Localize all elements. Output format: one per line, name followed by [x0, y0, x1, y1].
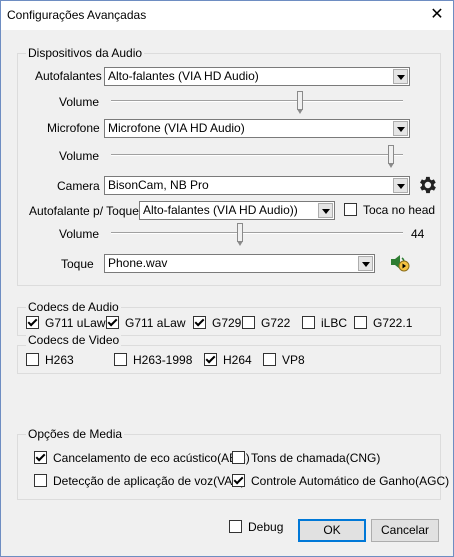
chevron-down-icon[interactable] — [393, 69, 408, 84]
window-title: Configurações Avançadas — [7, 8, 147, 22]
vad-label: Detecção de aplicação de voz(VAD) — [53, 474, 245, 488]
codec-h264-label: H264 — [223, 353, 252, 367]
chevron-down-icon[interactable] — [358, 256, 373, 271]
microphone-volume-slider[interactable] — [388, 145, 395, 168]
speakers-value: Alto-falantes (VIA HD Audio) — [108, 69, 259, 83]
audio-devices-group — [17, 53, 441, 286]
agc-checkbox[interactable] — [232, 474, 245, 487]
codec-h263-label: H263 — [45, 353, 74, 367]
gear-icon[interactable] — [416, 174, 438, 196]
microphone-select[interactable]: Microfone (VIA HD Audio) — [104, 119, 410, 138]
codec-g7221-label: G722.1 — [373, 316, 413, 330]
video-codecs-legend: Codecs de Video — [26, 333, 122, 347]
codec-ilbc-label: iLBC — [321, 316, 348, 330]
codec-h2631998-checkbox[interactable] — [114, 353, 127, 366]
audio-codecs-legend: Codecs de Audio — [26, 300, 121, 314]
codec-g7221-checkbox[interactable] — [354, 316, 367, 329]
cng-label: Tons de chamada(CNG) — [251, 451, 381, 465]
ring-volume-label: Volume — [59, 227, 100, 241]
camera-value: BisonCam, NB Pro — [108, 178, 209, 192]
aec-label: Cancelamento de eco acústico(AEC) — [53, 451, 250, 465]
microphone-label: Microfone — [47, 121, 100, 135]
close-icon[interactable]: ✕ — [421, 1, 453, 30]
title-bar: Configurações Avançadas ✕ — [1, 1, 453, 30]
codec-h263-checkbox[interactable] — [26, 353, 39, 366]
ringtone-value: Phone.wav — [108, 256, 168, 270]
speakers-volume-label: Volume — [59, 95, 100, 109]
ok-button[interactable]: OK — [298, 519, 366, 542]
speaker-play-icon[interactable] — [389, 251, 411, 273]
speakers-volume-slider[interactable] — [296, 91, 303, 114]
codec-g722-checkbox[interactable] — [242, 316, 255, 329]
ring-volume-value: 44 — [411, 227, 425, 241]
agc-label: Controle Automático de Ganho(AGC) — [251, 474, 450, 488]
codec-ilbc-checkbox[interactable] — [302, 316, 315, 329]
ring-speaker-value: Alto-falantes (VIA HD Audio)) — [143, 203, 298, 217]
microphone-value: Microfone (VIA HD Audio) — [108, 121, 245, 135]
aec-checkbox[interactable] — [34, 451, 47, 464]
media-options-legend: Opções de Media — [26, 427, 125, 441]
codec-vp8-checkbox[interactable] — [263, 353, 276, 366]
codec-vp8-label: VP8 — [282, 353, 305, 367]
cancel-button[interactable]: Cancelar — [371, 519, 439, 542]
advanced-settings-window: Configurações Avançadas ✕ Dispositivos d… — [0, 0, 454, 557]
debug-checkbox[interactable] — [229, 520, 242, 533]
speakers-select[interactable]: Alto-falantes (VIA HD Audio) — [104, 67, 410, 86]
chevron-down-icon[interactable] — [393, 121, 408, 136]
headset-ring-checkbox[interactable] — [344, 203, 357, 216]
codec-h2631998-label: H263-1998 — [133, 353, 193, 367]
vad-checkbox[interactable] — [34, 474, 47, 487]
debug-label: Debug — [248, 520, 284, 534]
microphone-volume-track — [111, 154, 403, 156]
speakers-label: Autofalantes — [35, 69, 102, 83]
camera-label: Camera — [57, 179, 100, 193]
cng-checkbox[interactable] — [232, 451, 245, 464]
chevron-down-icon[interactable] — [318, 203, 333, 218]
codec-g711alaw-checkbox[interactable] — [106, 316, 119, 329]
audio-devices-legend: Dispositivos da Audio — [26, 46, 145, 60]
ring-speaker-select[interactable]: Alto-falantes (VIA HD Audio)) — [139, 201, 335, 220]
chevron-down-icon[interactable] — [393, 178, 408, 193]
codec-h264-checkbox[interactable] — [204, 353, 217, 366]
codec-g729-label: G729 — [212, 316, 242, 330]
camera-select[interactable]: BisonCam, NB Pro — [104, 176, 410, 195]
ringtone-select[interactable]: Phone.wav — [104, 254, 375, 273]
ring-volume-slider[interactable] — [236, 223, 243, 246]
ring-volume-track — [111, 232, 403, 234]
ring-speaker-label: Autofalante p/ Toque — [29, 204, 139, 218]
codec-g711ulaw-checkbox[interactable] — [26, 316, 39, 329]
headset-ring-label: Toca no head — [363, 203, 436, 217]
media-options-group — [17, 434, 441, 500]
codec-g729-checkbox[interactable] — [193, 316, 206, 329]
speakers-volume-track — [111, 100, 403, 102]
codec-g722-label: G722 — [261, 316, 291, 330]
ringtone-label: Toque — [61, 257, 94, 271]
codec-g711alaw-label: G711 aLaw — [125, 316, 186, 330]
microphone-volume-label: Volume — [59, 149, 100, 163]
codec-g711ulaw-label: G711 uLaw — [45, 316, 106, 330]
